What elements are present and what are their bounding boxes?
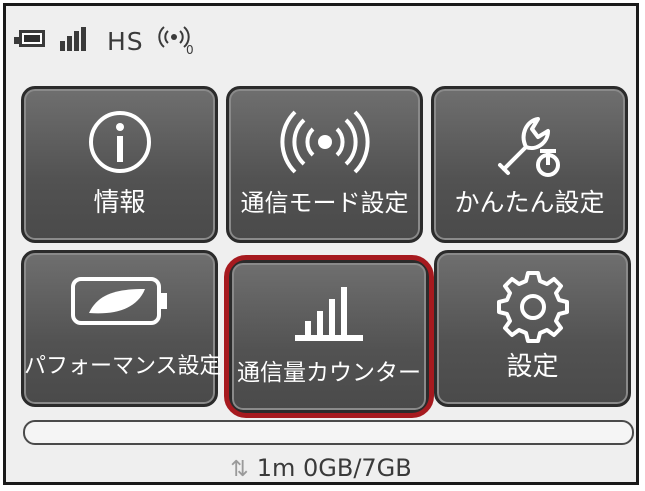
device-screen: HS 0 情報 通信モード設定 かんたん設定 パフォーマンス設定 通信量カウンタ… <box>3 3 639 485</box>
settings-button[interactable]: 設定 <box>434 250 631 407</box>
comm-mode-button[interactable]: 通信モード設定 <box>226 86 423 243</box>
easy-setup-label: かんたん設定 <box>454 188 605 217</box>
data-usage-readout: ⇅ 1m 0GB/7GB <box>6 453 636 485</box>
status-bar <box>12 12 612 72</box>
network-type: HS <box>107 27 144 56</box>
data-usage-text: 1m 0GB/7GB <box>256 454 412 482</box>
info-button[interactable]: 情報 <box>21 86 218 243</box>
battery-leaf-icon <box>70 277 167 325</box>
selection-highlight <box>224 255 434 418</box>
easy-setup-button[interactable]: かんたん設定 <box>431 86 628 243</box>
settings-label: 設定 <box>506 352 559 382</box>
data-usage-progress <box>23 420 634 445</box>
info-label: 情報 <box>93 188 146 218</box>
comm-mode-label: 通信モード設定 <box>240 189 409 217</box>
performance-label: パフォーマンス設定 <box>24 354 222 379</box>
wifi-count: 0 <box>186 43 194 56</box>
performance-button[interactable]: パフォーマンス設定 <box>21 250 222 407</box>
battery-icon <box>14 30 45 47</box>
gear-icon <box>496 271 569 343</box>
wifi-broadcast-icon: 0 <box>158 24 198 57</box>
up-down-arrows-icon: ⇅ <box>230 457 249 482</box>
wireless-signal-icon <box>279 110 370 174</box>
info-icon <box>88 111 151 173</box>
wrench-timer-icon <box>497 117 560 177</box>
signal-bars-icon <box>60 27 86 51</box>
